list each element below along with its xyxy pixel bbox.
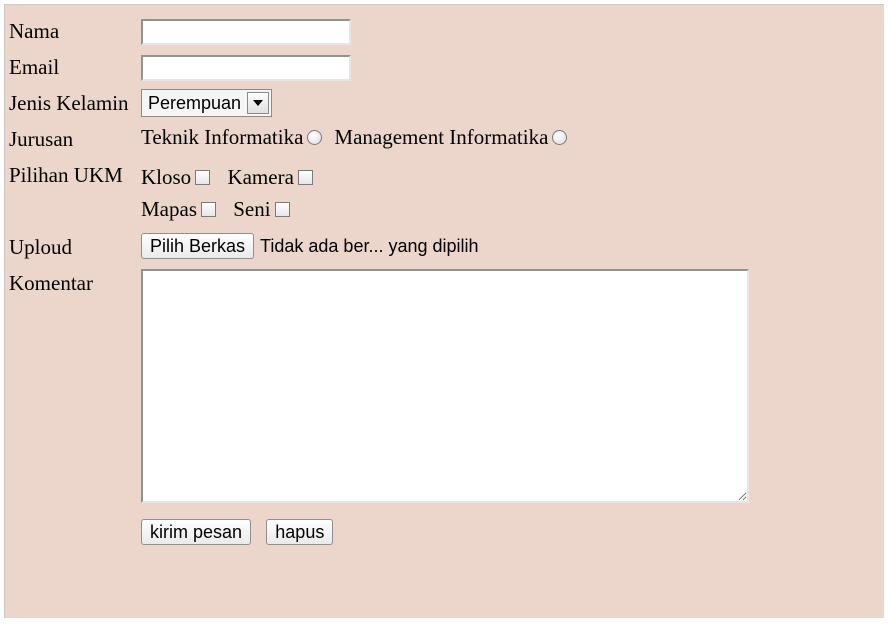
- submit-button[interactable]: kirim pesan: [141, 519, 251, 545]
- ukm-checkbox-seni[interactable]: [275, 202, 290, 217]
- label-email: Email: [5, 49, 135, 85]
- ukm-checkbox-mapas[interactable]: [201, 202, 216, 217]
- field-nama: [141, 13, 884, 49]
- ukm-label-seni: Seni: [233, 193, 274, 225]
- field-jenis-kelamin: Perempuan: [141, 85, 884, 121]
- ukm-label-mapas: Mapas: [141, 193, 201, 225]
- label-komentar: Komentar: [5, 265, 135, 301]
- ukm-checkbox-kloso[interactable]: [195, 170, 210, 185]
- jurusan-label-teknik: Teknik Informatika: [141, 125, 307, 150]
- ukm-label-kamera: Kamera: [227, 161, 297, 193]
- field-komentar: kirim pesan hapus: [141, 265, 884, 549]
- field-pilihan-ukm: Kloso Kamera Mapas Seni: [141, 157, 884, 229]
- form-actions: kirim pesan hapus: [141, 509, 884, 545]
- jurusan-option-teknik-informatika: Teknik Informatika: [141, 125, 332, 150]
- label-nama: Nama: [5, 13, 135, 49]
- form-grid: Nama Email Jenis Kelamin Perempuan Jurus…: [5, 5, 884, 549]
- field-jurusan: Teknik Informatika Management Informatik…: [141, 121, 884, 157]
- label-jenis-kelamin: Jenis Kelamin: [5, 85, 135, 121]
- file-status-text: Tidak ada ber... yang dipilih: [254, 236, 478, 257]
- ukm-option-kamera: Kamera: [227, 161, 322, 193]
- jurusan-radio-management[interactable]: [552, 130, 567, 145]
- jurusan-radio-teknik[interactable]: [307, 130, 322, 145]
- jenis-kelamin-select[interactable]: Perempuan: [141, 89, 272, 117]
- dropdown-arrow-icon: [247, 92, 269, 114]
- label-jurusan: Jurusan: [5, 121, 135, 157]
- ukm-label-kloso: Kloso: [141, 161, 195, 193]
- ukm-option-seni: Seni: [233, 193, 299, 225]
- field-email: [141, 49, 884, 85]
- label-uploud: Uploud: [5, 229, 135, 265]
- field-uploud: Pilih Berkas Tidak ada ber... yang dipil…: [141, 229, 884, 265]
- ukm-checkbox-kamera[interactable]: [298, 170, 313, 185]
- ukm-option-kloso: Kloso: [141, 161, 220, 193]
- nama-input[interactable]: [141, 19, 351, 45]
- label-pilihan-ukm: Pilihan UKM: [5, 157, 135, 229]
- komentar-textarea[interactable]: [141, 269, 749, 503]
- file-choose-button[interactable]: Pilih Berkas: [141, 233, 254, 259]
- email-input[interactable]: [141, 55, 351, 81]
- jurusan-option-management-informatika: Management Informatika: [334, 125, 577, 150]
- form-panel: Nama Email Jenis Kelamin Perempuan Jurus…: [4, 4, 884, 618]
- jenis-kelamin-selected: Perempuan: [142, 93, 247, 114]
- ukm-option-mapas: Mapas: [141, 193, 226, 225]
- jurusan-label-management: Management Informatika: [334, 125, 552, 150]
- reset-button[interactable]: hapus: [266, 519, 333, 545]
